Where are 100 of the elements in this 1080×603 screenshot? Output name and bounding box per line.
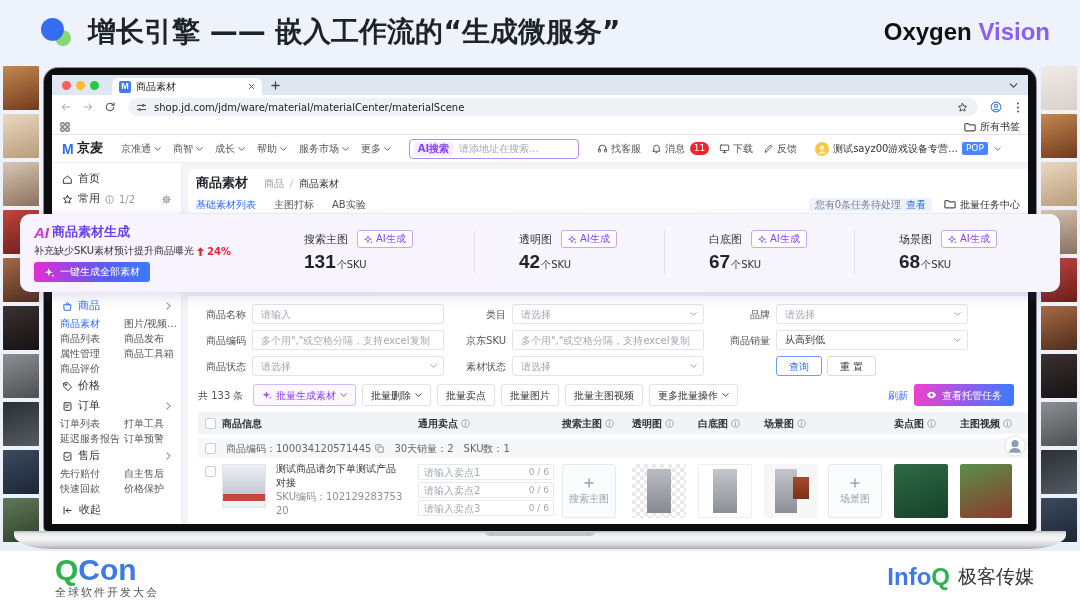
chevron-down-icon	[415, 393, 423, 397]
close-window-icon[interactable]	[62, 80, 71, 90]
checkbox[interactable]	[205, 466, 216, 477]
sidebar-item[interactable]: 首页	[52, 169, 181, 189]
sidebar-item[interactable]: 售后	[52, 446, 181, 466]
header-link[interactable]: 反馈	[763, 142, 798, 155]
header-link[interactable]: 找客服	[596, 142, 641, 155]
ai-generate-button[interactable]: AI生成	[751, 230, 807, 248]
page-tab[interactable]: 主图打标	[274, 197, 314, 211]
select-field[interactable]: 请选择	[252, 356, 444, 376]
star-icon[interactable]	[957, 101, 968, 113]
sidebar-subitem[interactable]: 商品工具箱	[124, 346, 182, 361]
collapse-button[interactable]: 收起	[52, 500, 101, 520]
sidebar-subitem[interactable]: 先行赔付	[60, 466, 124, 481]
generate-all-button[interactable]: 一键生成全部素材	[34, 262, 150, 282]
sidebar-subitem[interactable]: 图片/视频...	[124, 316, 182, 331]
sidebar-subitem[interactable]: 商品列表	[60, 331, 124, 346]
checkbox[interactable]	[205, 417, 216, 429]
account-name[interactable]: 测试sayz00游戏设备专营...	[833, 142, 958, 155]
sidebar-subitem[interactable]: 商品发布	[124, 331, 182, 346]
sidebar-subitem[interactable]: 打单工具	[124, 416, 182, 431]
sidebar-item[interactable]: 订单	[52, 396, 181, 416]
sidebar-item[interactable]: 商品	[52, 296, 181, 316]
batch-action-button[interactable]: 批量主图视频	[565, 384, 644, 406]
sidebar-subitem[interactable]: 商品评价	[60, 361, 124, 376]
select-field[interactable]: 请选择	[776, 304, 968, 324]
sidebar-subitem[interactable]: 商品素材	[60, 316, 124, 331]
filter-label: 商品编码	[205, 333, 246, 347]
reset-button[interactable]: 重 置	[827, 356, 877, 376]
browser-tab[interactable]: M 商品素材	[112, 78, 262, 95]
sidebar-item[interactable]: 常用 1/2	[52, 189, 181, 209]
plus-icon[interactable]	[271, 80, 280, 90]
search-input[interactable]: 请添地址在搜索...	[459, 141, 574, 156]
reload-icon[interactable]	[104, 101, 116, 113]
search-field[interactable]: AI搜索 请添地址在搜索...	[408, 138, 579, 159]
page-tab[interactable]: AB实验	[332, 197, 366, 211]
product-title[interactable]: 测试商品请勿下单测试产品对接	[276, 462, 403, 490]
batch-action-button[interactable]: 更多批量操作	[649, 384, 739, 406]
char-counter: 0 / 6	[528, 484, 549, 496]
stat-label: 场景图	[899, 231, 932, 247]
stat-label: 透明图	[519, 231, 552, 247]
sidebar-subitem[interactable]: 订单预警	[124, 431, 182, 446]
settings-icon[interactable]	[162, 194, 171, 204]
refresh-link[interactable]: 刷新	[888, 388, 908, 402]
photo-placeholder	[3, 306, 39, 350]
batch-action-button[interactable]: 批量生成素材	[253, 384, 357, 406]
card-subtitle: 补充缺少SKU素材预计提升商品曝光	[34, 244, 194, 258]
bookmark-folder[interactable]: 所有书签	[964, 120, 1020, 133]
query-button[interactable]: 查询	[776, 356, 822, 376]
chevron-down-icon[interactable]	[993, 146, 1001, 151]
sidebar-subitem[interactable]: 价格保护	[124, 481, 182, 496]
header-link[interactable]: 消息 11	[650, 142, 710, 155]
batch-action-button[interactable]: 批量图片	[501, 384, 560, 406]
input-field[interactable]: 请输入	[252, 304, 444, 324]
breadcrumb-link[interactable]: 商品素材	[299, 176, 339, 190]
avatar-icon[interactable]	[815, 141, 830, 156]
view-tasks-button[interactable]: 查看托管任务	[914, 384, 1014, 406]
ai-generate-button[interactable]: AI生成	[941, 230, 997, 248]
nav-menu[interactable]: 成长	[214, 142, 245, 155]
ai-generate-button[interactable]: AI生成	[561, 230, 617, 248]
task-center-link[interactable]: 批量任务中心	[944, 197, 1020, 211]
copy-icon[interactable]	[375, 443, 385, 453]
nav-menu[interactable]: 更多	[360, 142, 391, 155]
forward-arrow-icon[interactable]	[82, 101, 94, 113]
chevron-down-icon[interactable]	[1009, 82, 1018, 88]
select-field[interactable]: 从高到低	[776, 330, 968, 350]
ai-generate-button[interactable]: AI生成	[357, 230, 413, 248]
page-tab[interactable]: 基础素材列表	[196, 197, 256, 211]
photo-placeholder	[3, 450, 39, 494]
checkbox[interactable]	[205, 442, 216, 454]
char-counter: 0 / 6	[528, 502, 549, 514]
nav-menu[interactable]: 帮助	[256, 142, 287, 155]
view-link[interactable]: 查看	[906, 197, 926, 211]
close-icon[interactable]	[248, 83, 255, 90]
avatar-icon[interactable]	[1004, 435, 1026, 457]
sidebar-item[interactable]: 价格	[52, 376, 181, 396]
back-arrow-icon[interactable]	[60, 101, 72, 113]
address-bar[interactable]: shop.jd.com/jdm/ware/material/materialCenter/materialScene	[128, 98, 978, 116]
profile-icon[interactable]	[990, 101, 1002, 113]
sidebar-subitem[interactable]: 快速回款	[60, 481, 124, 496]
sidebar-subitem[interactable]: 延迟服务报告	[60, 431, 124, 446]
input-field[interactable]: 多个用","或空格分隔，支持excel复制	[512, 330, 704, 350]
more-icon[interactable]	[1016, 101, 1020, 113]
nav-menu[interactable]: 服务市场	[298, 142, 349, 155]
nav-menu[interactable]: 京准通	[120, 142, 161, 155]
card-title: 商品素材生成	[52, 223, 130, 241]
input-field[interactable]: 多个用","或空格分隔，支持excel复制	[252, 330, 444, 350]
photo-placeholder	[1041, 306, 1077, 350]
nav-menu[interactable]: 商智	[172, 142, 203, 155]
apps-grid-icon[interactable]	[60, 121, 70, 132]
sidebar-subitem[interactable]: 属性管理	[60, 346, 124, 361]
select-field[interactable]: 请选择	[512, 356, 704, 376]
batch-action-button[interactable]: 批量卖点	[437, 384, 496, 406]
maximize-window-icon[interactable]	[90, 80, 99, 90]
select-field[interactable]: 请选择	[512, 304, 704, 324]
sliders-icon[interactable]	[136, 101, 147, 113]
sidebar-subitem[interactable]: 自主售后	[124, 466, 182, 481]
header-link[interactable]: 下载	[719, 142, 754, 155]
sidebar-subitem[interactable]: 订单列表	[60, 416, 124, 431]
batch-action-button[interactable]: 批量删除	[362, 384, 432, 406]
